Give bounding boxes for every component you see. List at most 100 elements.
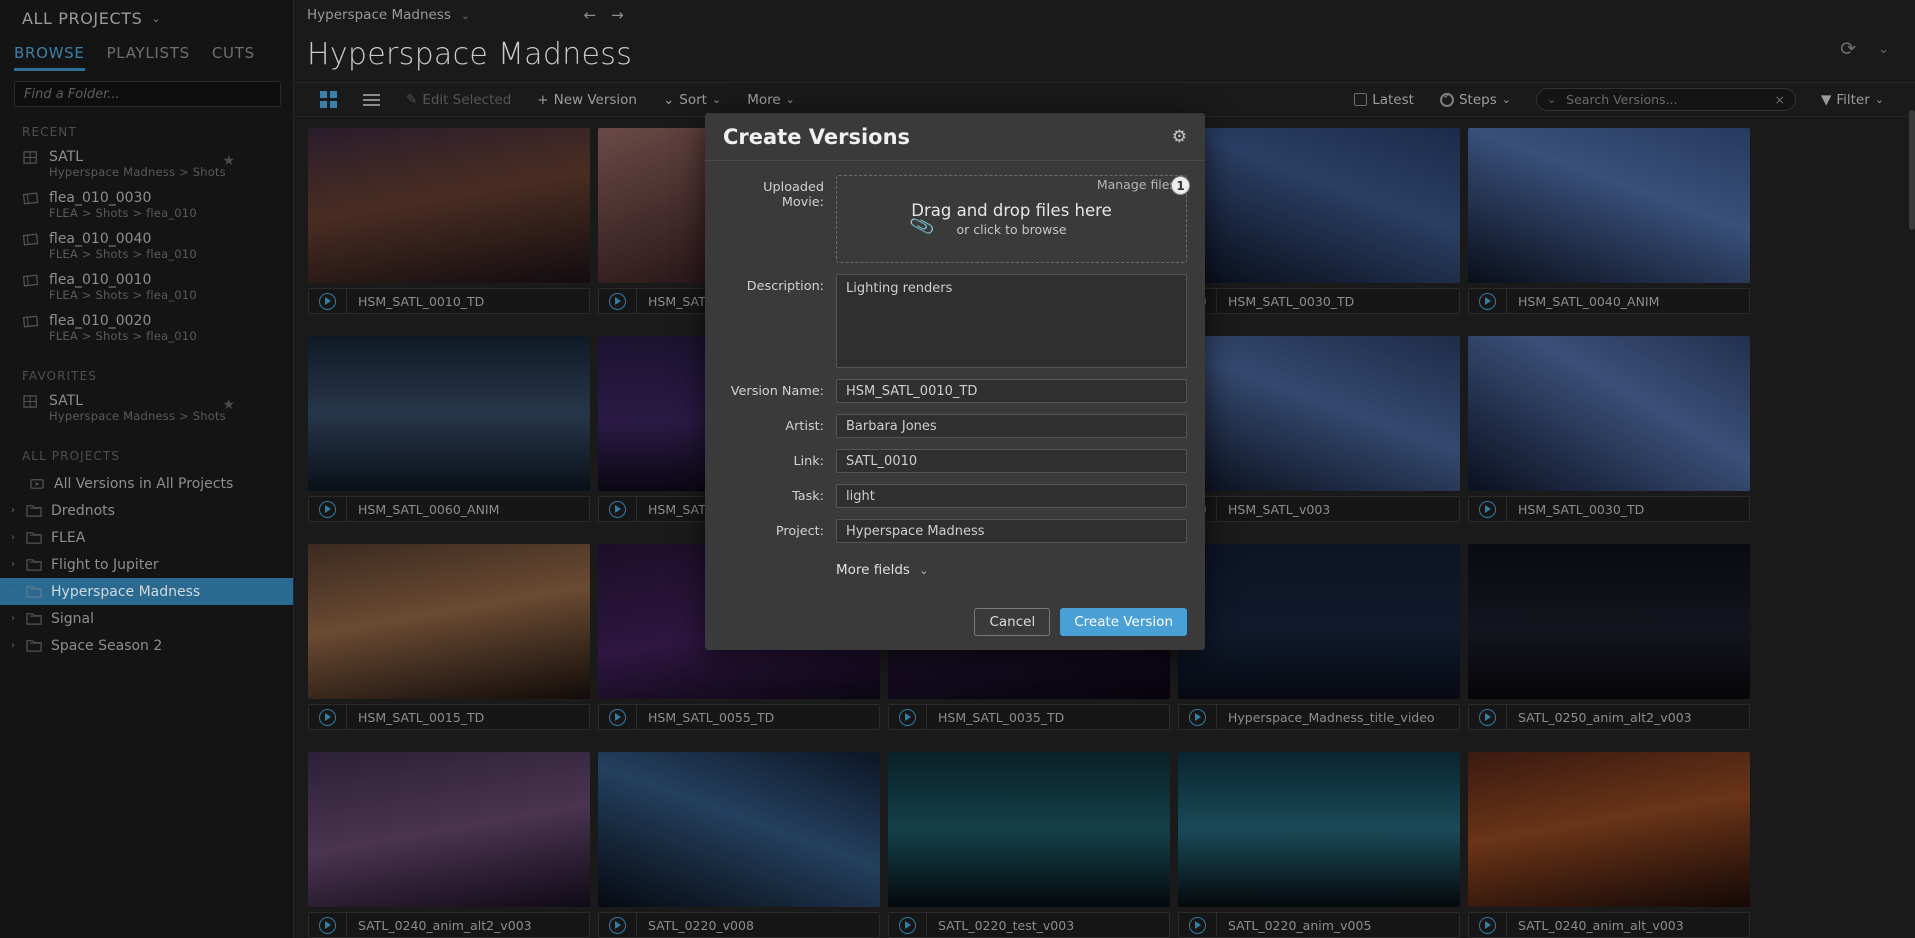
version-card[interactable]: HSM_SATL_0015_TD (308, 544, 590, 730)
forward-arrow-icon[interactable]: → (611, 6, 624, 24)
steps-button[interactable]: Steps ⌄ (1427, 83, 1524, 117)
play-button[interactable] (1179, 913, 1217, 937)
link-input[interactable]: SATL_0010 (836, 449, 1187, 473)
star-icon[interactable]: ★ (222, 397, 235, 413)
edit-selected-button[interactable]: ✎ Edit Selected (393, 83, 524, 117)
recent-item[interactable]: SATL Hyperspace Madness > Shots ★ (0, 146, 293, 187)
search-versions-input[interactable]: ⌄ Search Versions... × (1535, 88, 1796, 111)
cancel-button[interactable]: Cancel (974, 608, 1051, 636)
play-button[interactable] (309, 705, 347, 729)
sidebar-item-flea[interactable]: › FLEA (0, 524, 293, 551)
version-thumbnail[interactable] (598, 752, 880, 907)
version-card[interactable]: HSM_SATL_0060_ANIM (308, 336, 590, 522)
version-thumbnail[interactable] (1178, 752, 1460, 907)
version-card[interactable]: HSM_SATL_0030_TD (1468, 336, 1750, 522)
play-button[interactable] (1469, 289, 1507, 313)
version-thumbnail[interactable] (308, 752, 590, 907)
task-input[interactable]: light (836, 484, 1187, 508)
expand-chevron-icon[interactable]: › (8, 532, 18, 543)
back-arrow-icon[interactable]: ← (584, 6, 597, 24)
recent-item[interactable]: flea_010_0030 FLEA > Shots > flea_010 (0, 187, 293, 228)
version-thumbnail[interactable] (1178, 336, 1460, 491)
expand-chevron-icon[interactable]: › (8, 613, 18, 624)
more-fields-toggle[interactable]: More fields ⌄ (723, 554, 1187, 588)
version-card[interactable]: HSM_SATL_v003 (1178, 336, 1460, 522)
sidebar-item-space-season-2[interactable]: › Space Season 2 (0, 632, 293, 659)
version-card[interactable]: HSM_SATL_0040_ANIM (1468, 128, 1750, 314)
folder-search-input[interactable]: Find a Folder... (14, 81, 281, 107)
version-thumbnail[interactable] (308, 336, 590, 491)
expand-chevron-icon[interactable]: › (8, 505, 18, 516)
sidebar-item-all-versions-in-all-projects[interactable]: All Versions in All Projects (0, 470, 293, 497)
chevron-down-icon[interactable]: ⌄ (1547, 93, 1556, 106)
version-card[interactable]: Hyperspace_Madness_title_video (1178, 544, 1460, 730)
breadcrumb[interactable]: Hyperspace Madness ⌄ (307, 7, 470, 23)
list-view-button[interactable] (350, 83, 393, 117)
recent-item[interactable]: flea_010_0010 FLEA > Shots > flea_010 (0, 269, 293, 310)
version-thumbnail[interactable] (888, 752, 1170, 907)
play-button[interactable] (889, 705, 927, 729)
sidebar-tab-cuts[interactable]: CUTS (212, 44, 255, 71)
version-card[interactable]: HSM_SATL_0010_TD (308, 128, 590, 314)
sidebar-item-signal[interactable]: › Signal (0, 605, 293, 632)
description-textarea[interactable]: Lighting renders (836, 274, 1187, 368)
play-button[interactable] (309, 497, 347, 521)
version-card[interactable]: SATL_0240_anim_alt2_v003 (308, 752, 590, 938)
expand-chevron-icon[interactable]: › (8, 559, 18, 570)
play-button[interactable] (889, 913, 927, 937)
version-thumbnail[interactable] (1468, 752, 1750, 907)
sidebar-item-hyperspace-madness[interactable]: › Hyperspace Madness (0, 578, 293, 605)
play-button[interactable] (1179, 705, 1217, 729)
expand-chevron-icon[interactable]: › (8, 586, 18, 597)
version-card[interactable]: SATL_0220_v008 (598, 752, 880, 938)
version-thumbnail[interactable] (1468, 128, 1750, 283)
filter-button[interactable]: ▼ Filter ⌄ (1808, 83, 1897, 117)
sidebar-tab-playlists[interactable]: PLAYLISTS (107, 44, 190, 71)
artist-input[interactable]: Barbara Jones (836, 414, 1187, 438)
play-button[interactable] (599, 913, 637, 937)
version-thumbnail[interactable] (1178, 128, 1460, 283)
manage-files-link[interactable]: Manage files 1 (1097, 176, 1190, 195)
play-button[interactable] (1469, 705, 1507, 729)
version-thumbnail[interactable] (308, 544, 590, 699)
vertical-scrollbar[interactable] (1909, 110, 1915, 230)
grid-view-button[interactable] (307, 83, 350, 117)
recent-item[interactable]: flea_010_0020 FLEA > Shots > flea_010 (0, 310, 293, 351)
version-thumbnail[interactable] (1178, 544, 1460, 699)
version-thumbnail[interactable] (308, 128, 590, 283)
file-dropzone[interactable]: Manage files 1 📎 Drag and drop files her… (836, 175, 1190, 263)
star-icon[interactable]: ★ (222, 153, 235, 169)
version-thumbnail[interactable] (1468, 544, 1750, 699)
play-button[interactable] (1469, 497, 1507, 521)
sidebar-tab-browse[interactable]: BROWSE (14, 44, 85, 71)
recent-item[interactable]: flea_010_0040 FLEA > Shots > flea_010 (0, 228, 293, 269)
version-card[interactable]: SATL_0220_anim_v005 (1178, 752, 1460, 938)
version-card[interactable]: SATL_0240_anim_alt_v003 (1468, 752, 1750, 938)
chevron-down-icon[interactable]: ⌄ (1878, 42, 1889, 57)
play-button[interactable] (309, 913, 347, 937)
sidebar-item-flight-to-jupiter[interactable]: › Flight to Jupiter (0, 551, 293, 578)
version-card[interactable]: SATL_0250_anim_alt2_v003 (1468, 544, 1750, 730)
create-version-button[interactable]: Create Version (1060, 608, 1187, 636)
project-input[interactable]: Hyperspace Madness (836, 519, 1187, 543)
new-version-button[interactable]: + New Version (524, 83, 650, 117)
version-card[interactable]: SATL_0220_test_v003 (888, 752, 1170, 938)
version-thumbnail[interactable] (1468, 336, 1750, 491)
all-projects-selector[interactable]: ALL PROJECTS ⌄ (0, 0, 293, 37)
sort-button[interactable]: ⌄ Sort ⌄ (650, 83, 734, 117)
play-button[interactable] (1469, 913, 1507, 937)
clear-search-icon[interactable]: × (1774, 92, 1784, 107)
refresh-icon[interactable]: ⟳ (1840, 38, 1856, 60)
play-button[interactable] (309, 289, 347, 313)
more-button[interactable]: More ⌄ (734, 83, 808, 117)
latest-checkbox[interactable]: Latest (1341, 83, 1427, 117)
gear-icon[interactable]: ⚙ (1172, 127, 1187, 147)
play-button[interactable] (599, 497, 637, 521)
expand-chevron-icon[interactable]: › (8, 640, 18, 651)
version-name-input[interactable]: HSM_SATL_0010_TD (836, 379, 1187, 403)
version-card[interactable]: HSM_SATL_0030_TD (1178, 128, 1460, 314)
play-button[interactable] (599, 705, 637, 729)
sidebar-item-drednots[interactable]: › Drednots (0, 497, 293, 524)
play-button[interactable] (599, 289, 637, 313)
favorite-item[interactable]: SATL Hyperspace Madness > Shots ★ (0, 390, 293, 431)
